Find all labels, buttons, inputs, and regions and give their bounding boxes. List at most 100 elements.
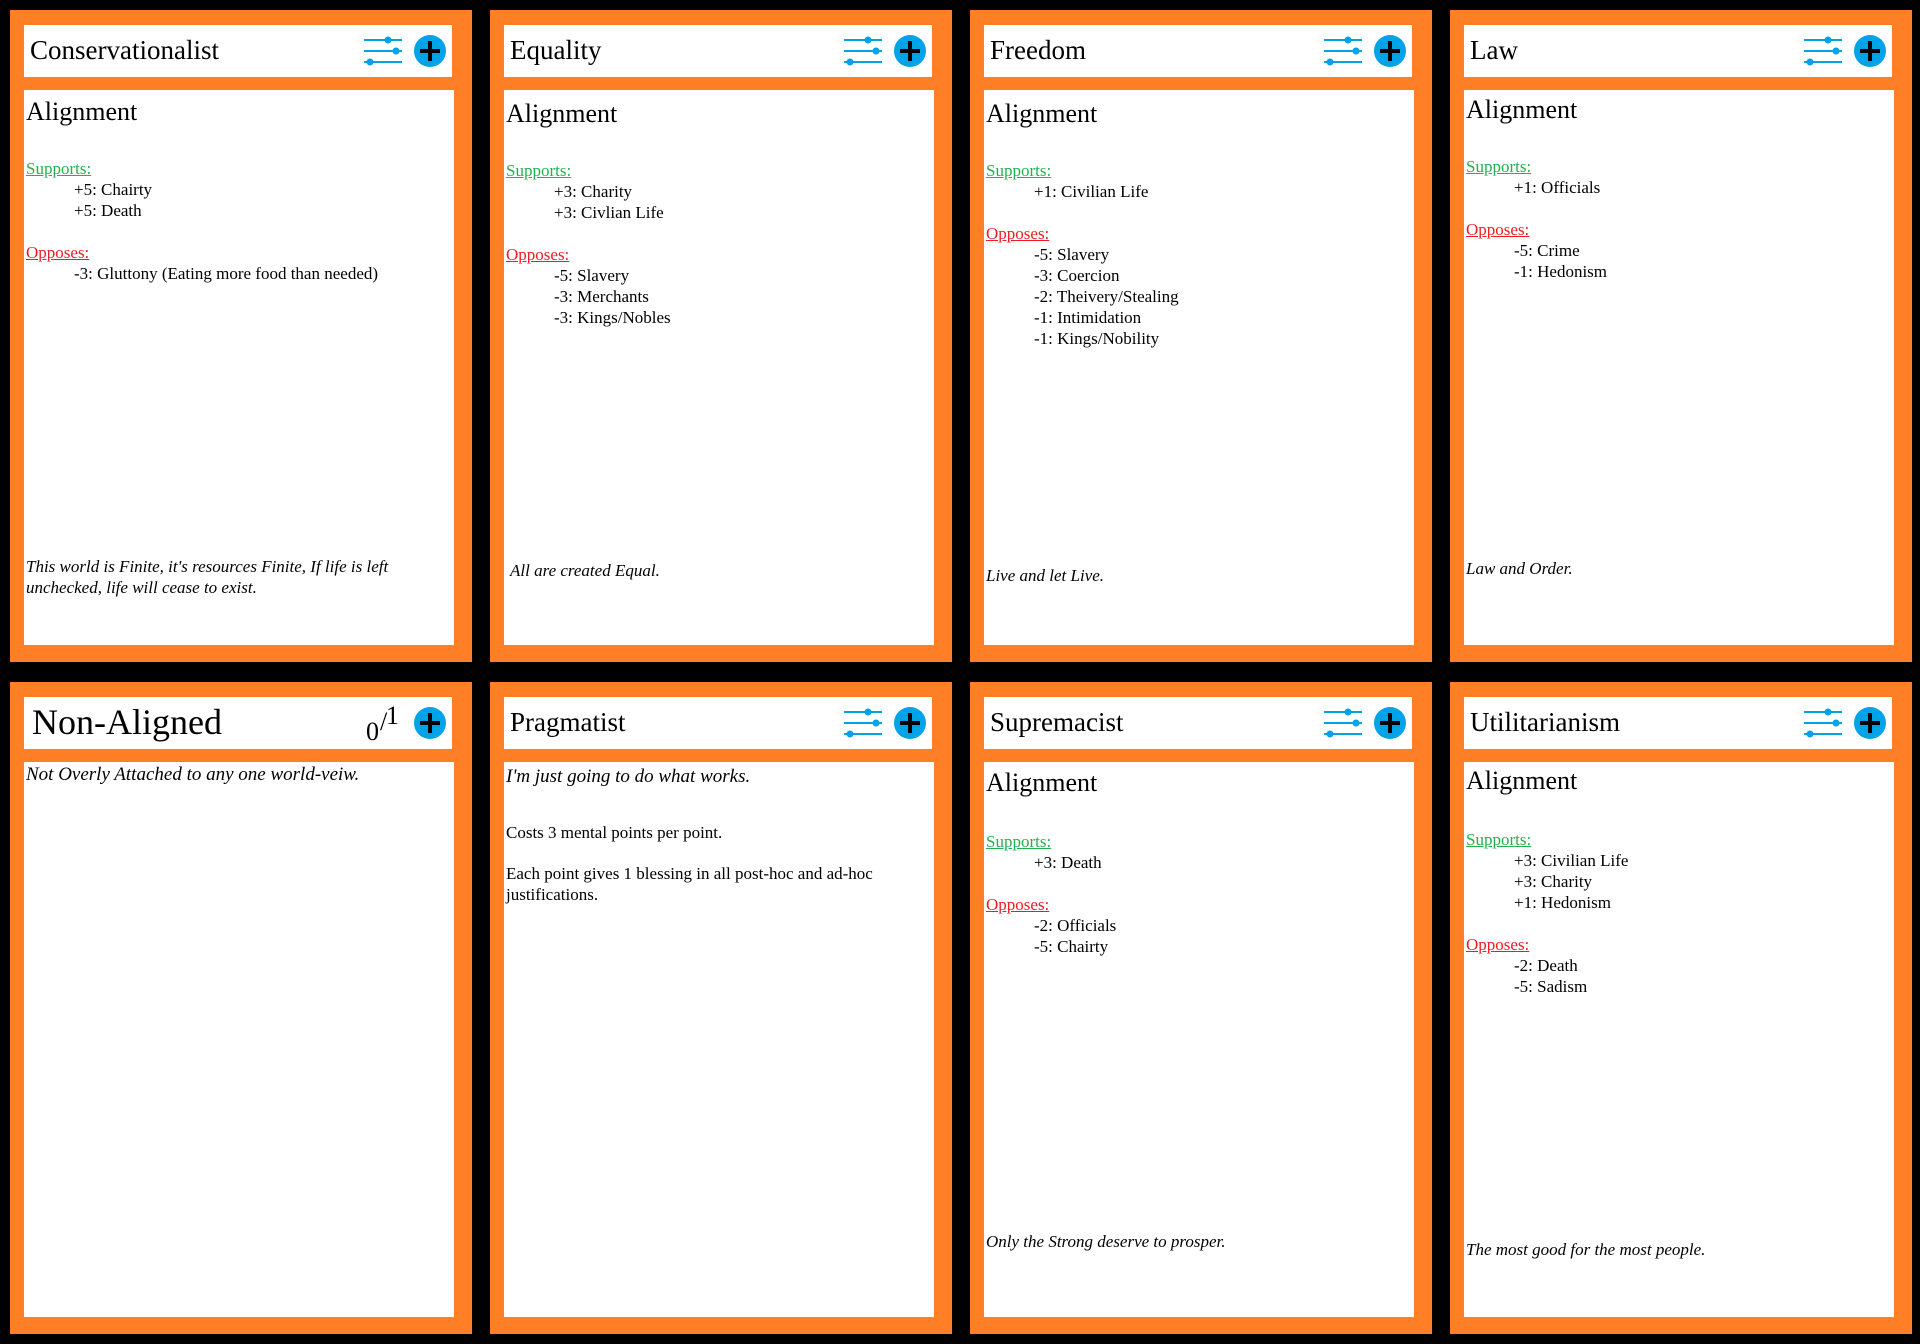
- add-button[interactable]: [1854, 707, 1886, 739]
- card-title: Supremacist: [990, 707, 1124, 737]
- sliders-icon[interactable]: [842, 706, 884, 740]
- supports-item: +5: Death: [74, 201, 142, 220]
- card-title: Law: [1470, 35, 1518, 65]
- opposes-section: Opposes: -5: Slavery -3: Coercion -2: Th…: [986, 223, 1179, 349]
- opposes-item: -3: Kings/Nobles: [554, 308, 671, 327]
- card-body: Not Overly Attached to any one world-vei…: [24, 762, 454, 1317]
- opposes-item: -3: Coercion: [1034, 266, 1120, 285]
- card-title: Pragmatist: [510, 707, 626, 737]
- supports-section: Supports: +3: Death: [986, 831, 1102, 873]
- opposes-section: Opposes: -5: Crime -1: Hedonism: [1466, 219, 1607, 282]
- card-non-aligned: Non-Aligned 0 / 1 Not Overly Attached to…: [10, 682, 472, 1334]
- sliders-icon[interactable]: [362, 34, 404, 68]
- card-title: Freedom: [990, 35, 1086, 65]
- supports-label: Supports:: [506, 161, 572, 180]
- card-header: Non-Aligned 0 / 1: [24, 697, 452, 749]
- card-header: Supremacist: [984, 697, 1412, 749]
- alignment-heading: Alignment: [986, 768, 1098, 797]
- opposes-item: -5: Slavery: [554, 266, 630, 285]
- opposes-section: Opposes: -5: Slavery -3: Merchants -3: K…: [506, 244, 671, 328]
- counter-current: 0: [366, 717, 379, 746]
- card-title: Utilitarianism: [1470, 707, 1620, 737]
- supports-item: +5: Chairty: [74, 180, 153, 199]
- opposes-item: -3: Gluttony (Eating more food than need…: [74, 264, 379, 283]
- effect-text: Each point gives 1 blessing in all post-…: [506, 864, 873, 904]
- opposes-item: -1: Intimidation: [1034, 308, 1142, 327]
- supports-section: Supports: +1: Officials: [1466, 156, 1600, 198]
- sliders-icon[interactable]: [842, 34, 884, 68]
- card-motto: All are created Equal.: [510, 561, 660, 580]
- add-button[interactable]: [414, 707, 446, 739]
- supports-item: +3: Death: [1034, 853, 1102, 872]
- add-button[interactable]: [894, 707, 926, 739]
- sliders-icon[interactable]: [1322, 34, 1364, 68]
- sliders-icon[interactable]: [1802, 706, 1844, 740]
- card-header: Freedom: [984, 25, 1412, 77]
- supports-label: Supports:: [1466, 830, 1532, 849]
- opposes-item: -3: Merchants: [554, 287, 649, 306]
- card-freedom: Freedom Alignment Supports: +1: Civilian…: [970, 10, 1432, 662]
- supports-item: +3: Civlian Life: [554, 203, 664, 222]
- add-button[interactable]: [414, 35, 446, 67]
- card-title: Equality: [510, 35, 602, 65]
- supports-item: +1: Hedonism: [1514, 893, 1611, 912]
- add-button[interactable]: [894, 35, 926, 67]
- sliders-icon[interactable]: [1322, 706, 1364, 740]
- card-body: Alignment Supports: +3: Charity +3: Civl…: [504, 90, 934, 645]
- card-conservationalist: Conservationalist Alignment Supports: +5…: [10, 10, 472, 662]
- opposes-label: Opposes:: [506, 245, 570, 264]
- supports-section: Supports: +5: Chairty +5: Death: [26, 158, 152, 221]
- card-header: Equality: [504, 25, 932, 77]
- opposes-label: Opposes:: [1466, 935, 1530, 954]
- supports-label: Supports:: [26, 159, 92, 178]
- card-motto: The most good for the most people.: [1466, 1240, 1706, 1259]
- opposes-item: -5: Sadism: [1514, 977, 1588, 996]
- point-counter: 0 / 1: [366, 701, 400, 747]
- add-button[interactable]: [1374, 35, 1406, 67]
- supports-label: Supports:: [1466, 157, 1532, 176]
- alignment-heading: Alignment: [506, 99, 618, 128]
- card-title: Conservationalist: [30, 35, 219, 65]
- opposes-label: Opposes:: [1466, 220, 1530, 239]
- opposes-item: -5: Crime: [1514, 241, 1580, 260]
- supports-item: +1: Officials: [1514, 178, 1601, 197]
- supports-section: Supports: +1: Civilian Life: [986, 160, 1148, 202]
- card-motto: Law and Order.: [1466, 559, 1573, 578]
- alignment-heading: Alignment: [986, 99, 1098, 128]
- supports-item: +1: Civilian Life: [1034, 182, 1149, 201]
- supports-item: +3: Charity: [554, 182, 633, 201]
- card-body: Alignment Supports: +1: Civilian Life Op…: [984, 90, 1414, 645]
- opposes-item: -1: Kings/Nobility: [1034, 329, 1160, 348]
- add-button[interactable]: [1374, 707, 1406, 739]
- card-description: Not Overly Attached to any one world-vei…: [26, 764, 360, 785]
- supports-section: Supports: +3: Civilian Life +3: Charity …: [1466, 829, 1628, 913]
- card-header: Law: [1464, 25, 1892, 77]
- card-body: Alignment Supports: +3: Civilian Life +3…: [1464, 762, 1894, 1317]
- card-body: I'm just going to do what works. Costs 3…: [504, 762, 934, 1317]
- opposes-section: Opposes: -2: Death -5: Sadism: [1466, 934, 1587, 997]
- sliders-icon[interactable]: [1802, 34, 1844, 68]
- supports-label: Supports:: [986, 161, 1052, 180]
- opposes-item: -2: Theivery/Stealing: [1034, 287, 1179, 306]
- supports-section: Supports: +3: Charity +3: Civlian Life: [506, 160, 664, 223]
- opposes-label: Opposes:: [26, 243, 90, 262]
- card-header: Pragmatist: [504, 697, 932, 749]
- counter-max: 1: [386, 701, 399, 730]
- opposes-item: -5: Chairty: [1034, 937, 1109, 956]
- opposes-label: Opposes:: [986, 895, 1050, 914]
- opposes-item: -2: Officials: [1034, 916, 1117, 935]
- card-motto: Live and let Live.: [986, 566, 1105, 585]
- card-body: Alignment Supports: +5: Chairty +5: Deat…: [24, 90, 454, 645]
- opposes-item: -5: Slavery: [1034, 245, 1110, 264]
- card-body: Alignment Supports: +3: Death Opposes: -…: [984, 762, 1414, 1317]
- card-pragmatist: Pragmatist I'm just going to do what wor…: [490, 682, 952, 1334]
- add-button[interactable]: [1854, 35, 1886, 67]
- card-utilitarianism: Utilitarianism Alignment Supports: +3: C…: [1450, 682, 1912, 1334]
- alignment-heading: Alignment: [1466, 766, 1578, 795]
- opposes-label: Opposes:: [986, 224, 1050, 243]
- card-supremacist: Supremacist Alignment Supports: +3: Deat…: [970, 682, 1432, 1334]
- card-motto: I'm just going to do what works.: [506, 766, 751, 787]
- card-motto: This world is Finite, it's resources Fin…: [26, 557, 389, 597]
- opposes-section: Opposes: -2: Officials -5: Chairty: [986, 894, 1116, 957]
- card-law: Law Alignment Supports: +1: Officials Op…: [1450, 10, 1912, 662]
